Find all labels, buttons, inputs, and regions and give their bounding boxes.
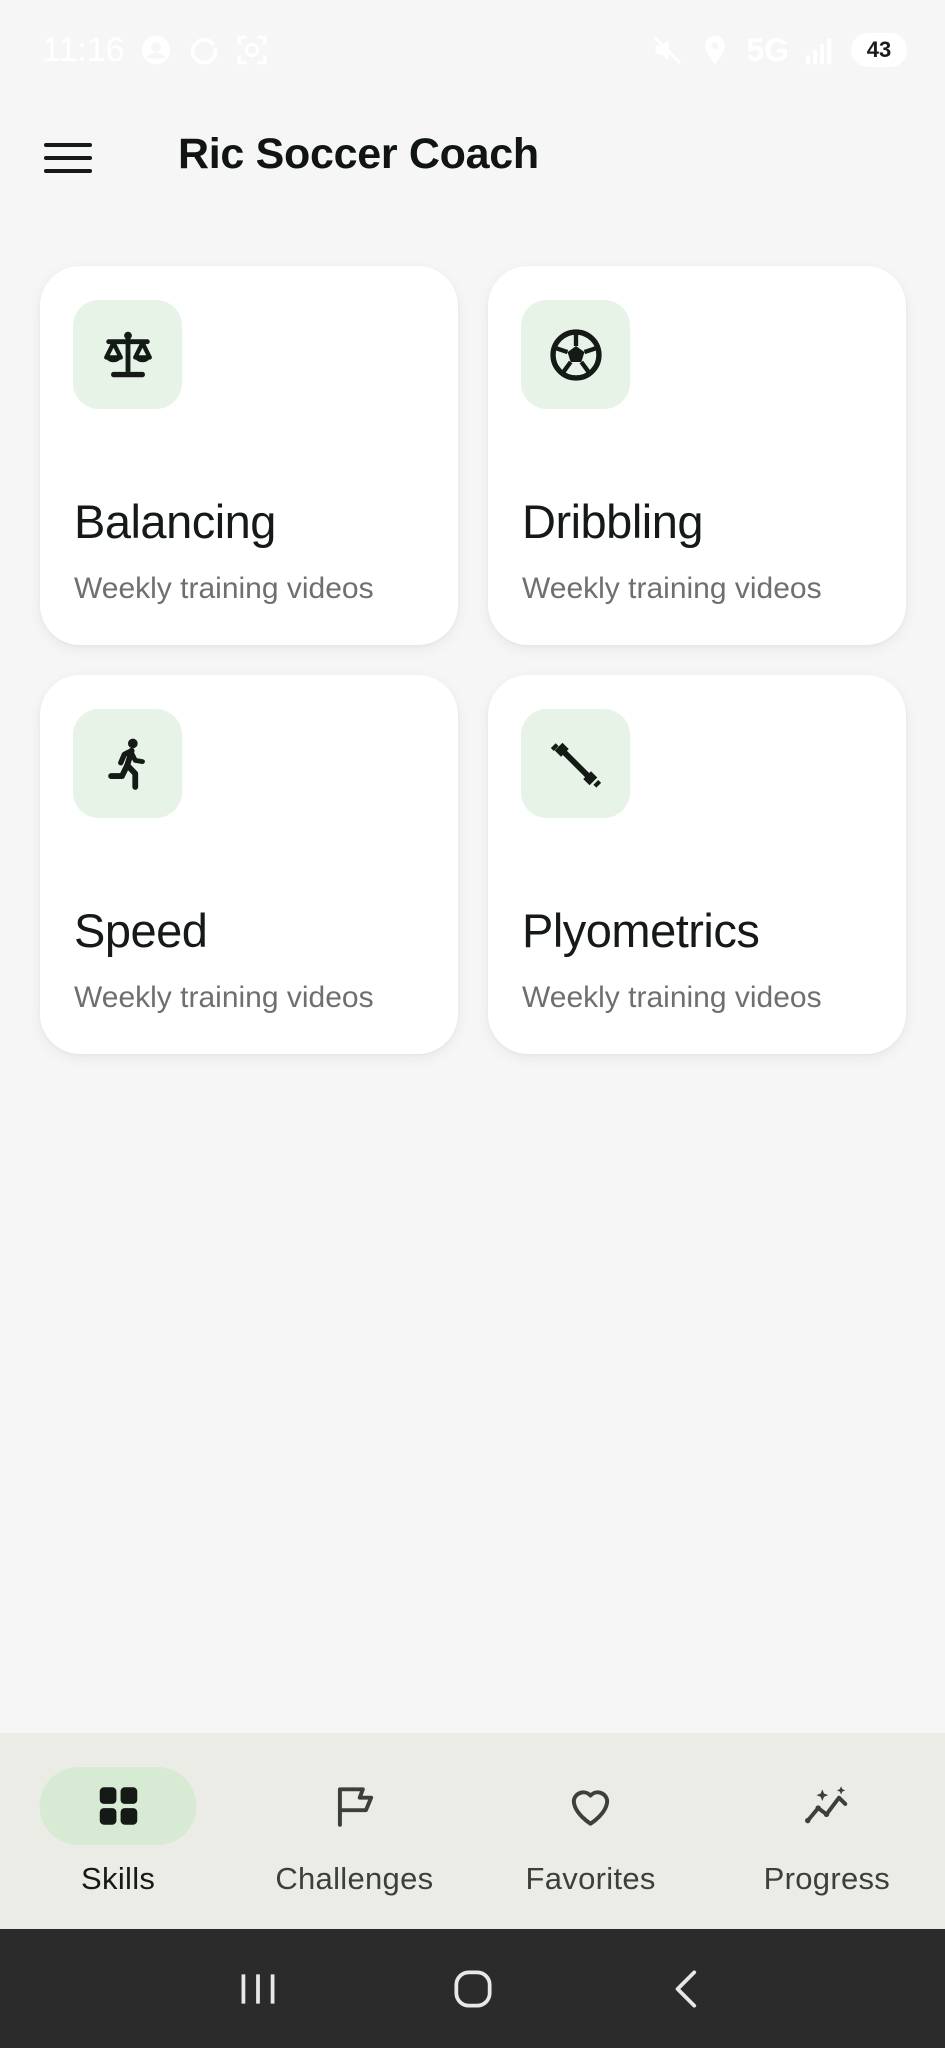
card-title: Plyometrics bbox=[522, 904, 760, 957]
screenshot-icon bbox=[235, 33, 269, 67]
sync-icon bbox=[187, 33, 221, 67]
grid-icon bbox=[99, 1787, 137, 1825]
face-icon bbox=[139, 33, 173, 67]
skill-card-dribbling[interactable]: Dribbling Weekly training videos bbox=[488, 266, 906, 645]
card-title: Balancing bbox=[74, 495, 276, 548]
status-right: 5G 43 bbox=[650, 32, 907, 69]
skill-card-speed[interactable]: Speed Weekly training videos bbox=[40, 675, 458, 1054]
system-navigation-bar bbox=[0, 1929, 945, 2048]
card-title: Dribbling bbox=[522, 495, 703, 548]
menu-icon bbox=[44, 143, 92, 173]
home-button[interactable] bbox=[438, 1954, 508, 2024]
nav-active-indicator bbox=[39, 1767, 197, 1845]
status-bar: 11:16 5G 43 bbox=[0, 0, 945, 100]
skill-card-balancing[interactable]: Balancing Weekly training videos bbox=[40, 266, 458, 645]
scale-icon bbox=[103, 331, 152, 377]
back-icon bbox=[675, 1969, 696, 2008]
nav-tab-challenges[interactable]: Challenges bbox=[236, 1733, 472, 1929]
network-label: 5G bbox=[746, 31, 789, 68]
card-icon-tile bbox=[521, 300, 630, 409]
status-time: 11:16 bbox=[42, 30, 125, 69]
card-icon-tile bbox=[73, 300, 182, 409]
card-subtitle: Weekly training videos bbox=[522, 572, 822, 605]
card-subtitle: Weekly training videos bbox=[74, 572, 374, 605]
app-bar: Ric Soccer Coach bbox=[0, 100, 945, 216]
nav-label: Progress bbox=[763, 1861, 891, 1896]
battery-indicator: 43 bbox=[851, 33, 907, 67]
nav-tab-skills[interactable]: Skills bbox=[0, 1733, 236, 1929]
bottom-navigation: Skills Challenges Favorites Progress bbox=[0, 1733, 945, 1929]
back-button[interactable] bbox=[653, 1954, 723, 2024]
trend-icon bbox=[805, 1786, 848, 1824]
dumbbell-icon bbox=[550, 742, 601, 788]
nav-label: Skills bbox=[81, 1861, 156, 1896]
card-title: Speed bbox=[74, 904, 208, 957]
card-subtitle: Weekly training videos bbox=[522, 981, 822, 1014]
card-icon-tile bbox=[73, 709, 182, 818]
nav-icon-holder bbox=[512, 1767, 669, 1845]
page-title: Ric Soccer Coach bbox=[178, 130, 539, 178]
nav-label: Favorites bbox=[525, 1861, 656, 1896]
skill-card-plyometrics[interactable]: Plyometrics Weekly training videos bbox=[488, 675, 906, 1054]
running-icon bbox=[107, 738, 145, 790]
nav-tab-favorites[interactable]: Favorites bbox=[473, 1733, 709, 1929]
heart-icon bbox=[571, 1790, 610, 1826]
nav-label: Challenges bbox=[275, 1861, 434, 1896]
recent-apps-button[interactable] bbox=[223, 1954, 293, 2024]
card-icon-tile bbox=[521, 709, 630, 818]
nav-tab-progress[interactable]: Progress bbox=[709, 1733, 945, 1929]
skills-grid: Balancing Weekly training videos Dribbli… bbox=[40, 266, 906, 1054]
soccer-ball-icon bbox=[549, 328, 602, 381]
mute-icon bbox=[650, 33, 684, 67]
signal-icon bbox=[803, 33, 837, 67]
home-icon bbox=[453, 1969, 492, 2008]
nav-icon-holder bbox=[276, 1767, 433, 1845]
flag-icon bbox=[337, 1787, 374, 1827]
nav-icon-holder bbox=[748, 1767, 905, 1845]
menu-button[interactable] bbox=[40, 136, 96, 180]
card-subtitle: Weekly training videos bbox=[74, 981, 374, 1014]
location-icon bbox=[698, 33, 732, 67]
recent-apps-icon bbox=[241, 1973, 274, 2004]
status-left: 11:16 bbox=[42, 31, 269, 70]
